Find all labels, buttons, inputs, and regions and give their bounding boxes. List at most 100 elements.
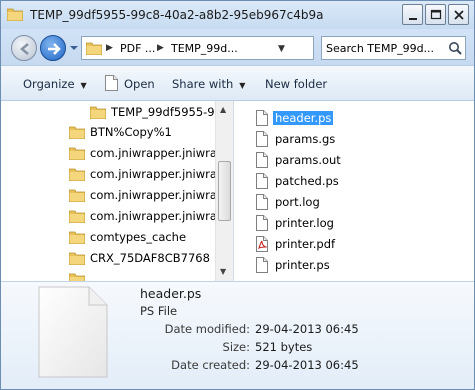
tree-item-label: CRX_75DAF8CB7768 — [90, 251, 210, 265]
folder-icon — [89, 105, 107, 122]
date-created-value: 29-04-2013 06:45 — [255, 358, 359, 372]
folder-icon — [6, 7, 24, 22]
scroll-up-icon[interactable]: ▲ — [220, 105, 226, 114]
close-button[interactable] — [448, 4, 469, 25]
document-icon — [256, 194, 268, 213]
size-label: Size: — [222, 340, 250, 354]
address-row: ▶ PDF ... ▶ TEMP_99d... ▼ Search TEMP_99… — [1, 29, 474, 65]
file-name: params.gs — [275, 132, 336, 146]
scroll-down-icon[interactable]: ▼ — [220, 267, 226, 276]
organize-label: Organize — [23, 77, 75, 91]
details-file-name: header.ps — [140, 286, 202, 301]
chevron-down-icon[interactable]: ▼ — [278, 44, 285, 54]
tree-item[interactable]: com.jniwrapper.jniwrap — [1, 206, 224, 226]
tree-item[interactable] — [1, 269, 215, 281]
file-name: patched.ps — [275, 174, 339, 188]
navigation-pane[interactable]: TEMP_99df5955-99c8 BTN%Copy%1 com.jniwra… — [1, 101, 233, 281]
file-item[interactable]: printer.pdf — [248, 234, 448, 255]
file-item[interactable]: printer.ps — [248, 255, 448, 276]
search-icon[interactable] — [448, 41, 462, 55]
file-item[interactable]: printer.log — [248, 213, 448, 234]
file-item[interactable]: header.ps — [248, 108, 448, 129]
tree-item[interactable]: TEMP_99df5955-99c8 — [1, 102, 233, 122]
folder-icon — [68, 167, 86, 184]
document-icon — [38, 286, 108, 381]
chevron-down-icon: ▼ — [80, 81, 87, 90]
tree-item-label: BTN%Copy%1 — [90, 125, 172, 139]
address-bar[interactable]: ▶ PDF ... ▶ TEMP_99d... ▼ — [81, 36, 391, 60]
organize-menu[interactable]: Organize ▼ — [23, 77, 87, 91]
breadcrumb-separator[interactable]: ▶ — [106, 43, 113, 53]
window-title: TEMP_99df5955-99c8-40a2-a8b2-95eb967c4b9… — [30, 8, 324, 22]
chevron-down-icon: ▼ — [239, 81, 246, 90]
folder-icon — [68, 125, 86, 142]
tree-item[interactable]: CRX_75DAF8CB7768 — [1, 248, 215, 268]
share-with-label: Share with — [172, 77, 234, 91]
arrow-right-icon — [48, 43, 61, 55]
tree-item-label: com.jniwrapper.jniwrap — [90, 146, 225, 160]
search-input[interactable]: Search TEMP_99d... — [326, 42, 444, 55]
document-icon — [256, 173, 268, 192]
share-with-menu[interactable]: Share with ▼ — [172, 77, 245, 91]
breadcrumb-item[interactable]: TEMP_99d... — [171, 42, 238, 55]
title-bar[interactable]: TEMP_99df5955-99c8-40a2-a8b2-95eb967c4b9… — [1, 1, 474, 29]
folder-icon — [68, 251, 86, 268]
date-modified-label: Date modified: — [164, 322, 250, 336]
forward-button[interactable] — [40, 35, 66, 61]
file-name: port.log — [275, 195, 320, 209]
vertical-scrollbar[interactable]: ▲ ▼ — [215, 101, 233, 281]
document-icon — [256, 257, 268, 276]
document-icon — [256, 152, 268, 171]
tree-item[interactable]: comtypes_cache — [1, 227, 215, 247]
command-bar: Organize ▼ Open Share with ▼ New folder — [1, 65, 474, 101]
file-name: header.ps — [273, 111, 334, 125]
date-modified-value: 29-04-2013 06:45 — [255, 322, 359, 336]
file-list[interactable]: header.ps params.gs params.out patched.p… — [233, 101, 474, 281]
breadcrumb-separator[interactable]: ▶ — [157, 43, 164, 53]
folder-icon — [68, 272, 86, 281]
minimize-icon — [409, 18, 417, 20]
file-name: printer.ps — [275, 258, 330, 272]
file-item[interactable]: params.gs — [248, 129, 448, 150]
chevron-down-icon[interactable] — [69, 43, 79, 53]
folder-icon — [85, 41, 103, 58]
maximize-button[interactable] — [425, 4, 446, 25]
document-icon — [256, 131, 268, 150]
document-icon — [105, 75, 118, 94]
search-box[interactable]: Search TEMP_99d... — [321, 36, 466, 60]
minimize-button[interactable] — [402, 4, 423, 25]
file-item[interactable]: params.out — [248, 150, 448, 171]
details-file-type: PS File — [140, 304, 178, 318]
back-button[interactable] — [11, 35, 37, 61]
scrollbar-thumb[interactable] — [218, 161, 231, 221]
pdf-icon — [256, 236, 268, 255]
tree-item-label: com.jniwrapper.jniwrap — [90, 167, 225, 181]
file-item[interactable]: patched.ps — [248, 171, 448, 192]
folder-icon — [68, 146, 86, 163]
explorer-window: TEMP_99df5955-99c8-40a2-a8b2-95eb967c4b9… — [0, 0, 475, 390]
folder-icon — [68, 209, 86, 226]
folder-icon — [68, 188, 86, 205]
tree-item[interactable]: BTN%Copy%1 — [1, 122, 215, 142]
maximize-icon — [430, 9, 442, 20]
file-item[interactable]: port.log — [248, 192, 448, 213]
tree-item-label: com.jniwrapper.jniwrap — [90, 188, 225, 202]
tree-item[interactable]: com.jniwrapper.jniwrap — [1, 185, 224, 205]
tree-item[interactable]: com.jniwrapper.jniwrap — [1, 164, 224, 184]
document-icon — [256, 215, 268, 234]
arrow-left-icon — [20, 43, 29, 55]
close-icon — [454, 10, 464, 20]
tree-item[interactable]: com.jniwrapper.jniwrap — [1, 143, 224, 163]
folder-icon — [68, 230, 86, 247]
details-pane: header.ps PS File Date modified: 29-04-2… — [1, 281, 474, 389]
file-name: printer.pdf — [275, 237, 336, 251]
file-name: params.out — [275, 153, 341, 167]
tree-item-label: comtypes_cache — [90, 230, 187, 244]
document-icon — [256, 110, 268, 129]
size-value: 521 bytes — [255, 340, 313, 354]
tree-item-label: com.jniwrapper.jniwrap — [90, 209, 225, 223]
file-name: printer.log — [275, 216, 334, 230]
new-folder-button[interactable]: New folder — [265, 77, 327, 91]
breadcrumb-item[interactable]: PDF ... — [120, 42, 155, 55]
open-button[interactable]: Open — [124, 77, 155, 91]
